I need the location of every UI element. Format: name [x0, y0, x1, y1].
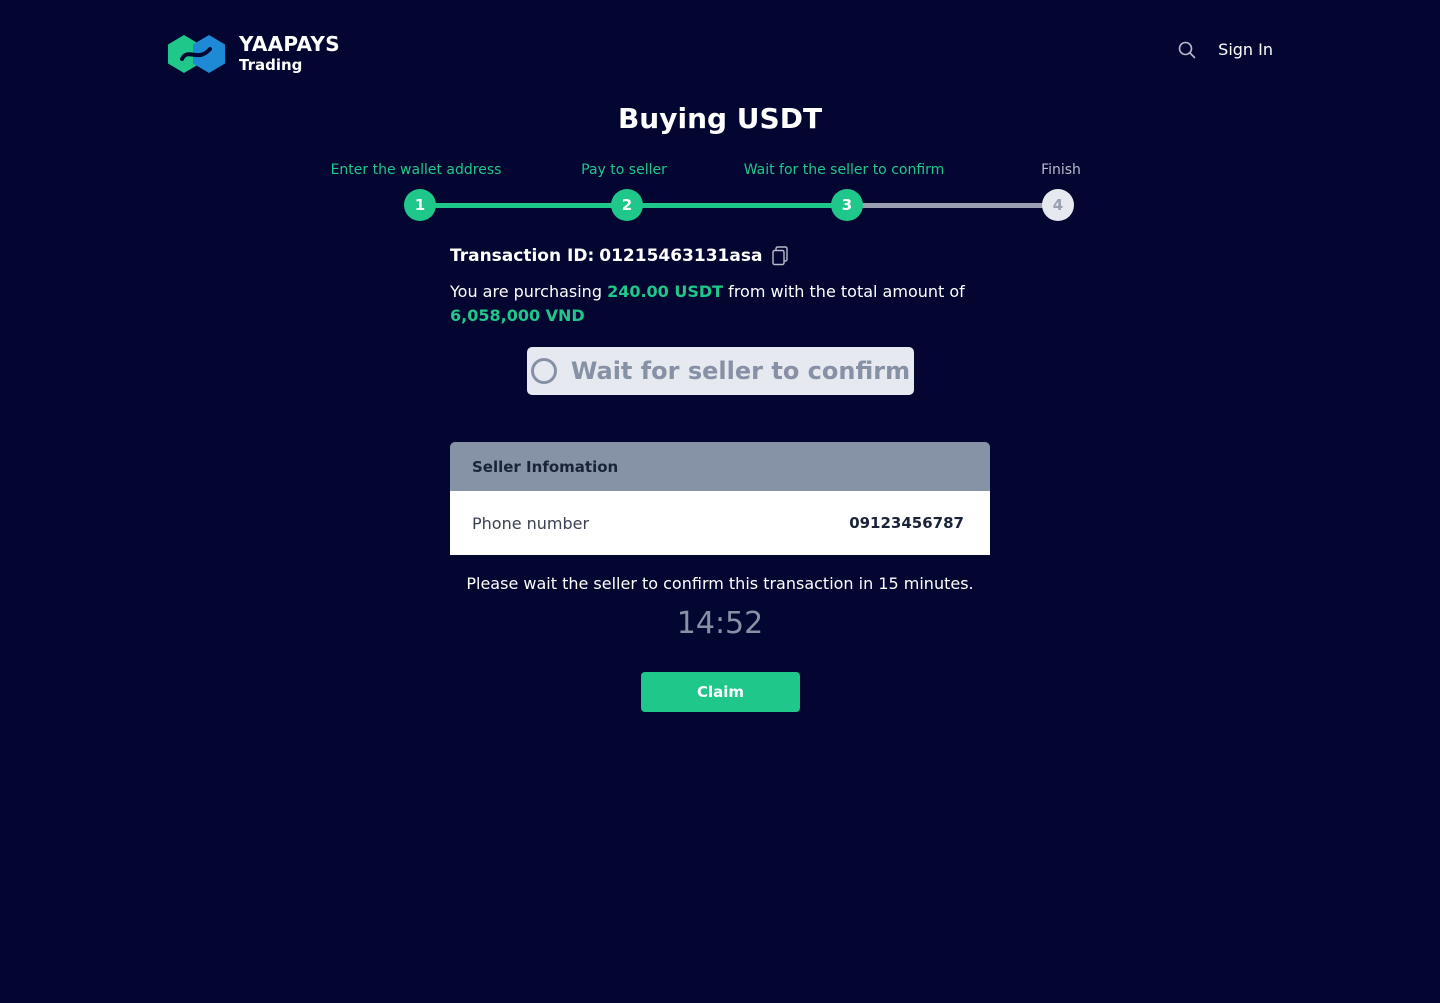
page-title: Buying USDT — [617, 102, 823, 135]
step-label-finish: Finish — [1041, 162, 1081, 178]
page: YAAPAYS Trading Sign In Buying USDT Ente… — [0, 0, 1440, 1003]
brand-subtitle: Trading — [239, 56, 303, 74]
seller-info-card: Seller Infomation Phone number 091234567… — [450, 442, 990, 555]
logo-icon — [168, 34, 225, 73]
phone-value: 09123456787 — [849, 514, 964, 532]
summary-total: 6,058,000 VND — [450, 306, 585, 325]
step-2-indicator: 2 — [611, 189, 643, 221]
step-connector-2 — [627, 203, 847, 208]
summary-prefix: You are purchasing — [450, 282, 608, 301]
step-connector-1 — [420, 203, 627, 208]
logo-text: YAAPAYS Trading — [239, 34, 340, 73]
wait-for-seller-button[interactable]: Wait for seller to confirm — [527, 347, 914, 395]
step-3-indicator: 3 — [831, 189, 863, 221]
step-label-pay: Pay to seller — [581, 162, 667, 178]
step-connector-3 — [847, 203, 1058, 208]
seller-info-title: Seller Infomation — [450, 442, 990, 491]
spinner-icon — [530, 358, 557, 384]
sign-in-link[interactable]: Sign In — [1218, 40, 1273, 59]
transaction-id-value: 01215463131asa — [599, 246, 763, 266]
step-label-confirm: Wait for the seller to confirm — [743, 162, 945, 178]
brand-logo[interactable]: YAAPAYS Trading — [168, 34, 340, 73]
step-4-indicator: 4 — [1042, 189, 1074, 221]
seller-info-row: Phone number 09123456787 — [450, 491, 990, 555]
step-1-indicator: 1 — [404, 189, 436, 221]
search-icon[interactable] — [1178, 41, 1196, 59]
confirm-notice: Please wait the seller to confirm this t… — [466, 574, 974, 593]
countdown-timer: 14:52 — [676, 606, 764, 641]
wait-button-label: Wait for seller to confirm — [570, 357, 911, 385]
claim-button[interactable]: Claim — [641, 672, 800, 712]
step-label-wallet: Enter the wallet address — [330, 162, 502, 178]
phone-label: Phone number — [472, 513, 590, 533]
summary-middle: from with the total amount of — [723, 282, 965, 301]
transaction-id: Transaction ID: 01215463131asa — [450, 246, 789, 266]
copy-icon[interactable] — [771, 246, 789, 266]
transaction-id-label: Transaction ID: — [450, 246, 595, 266]
brand-name: YAAPAYS — [239, 32, 340, 56]
summary-amount: 240.00 USDT — [607, 282, 724, 301]
purchase-summary: You are purchasing 240.00 USDT from with… — [450, 280, 990, 328]
header-actions: Sign In — [1178, 40, 1273, 59]
